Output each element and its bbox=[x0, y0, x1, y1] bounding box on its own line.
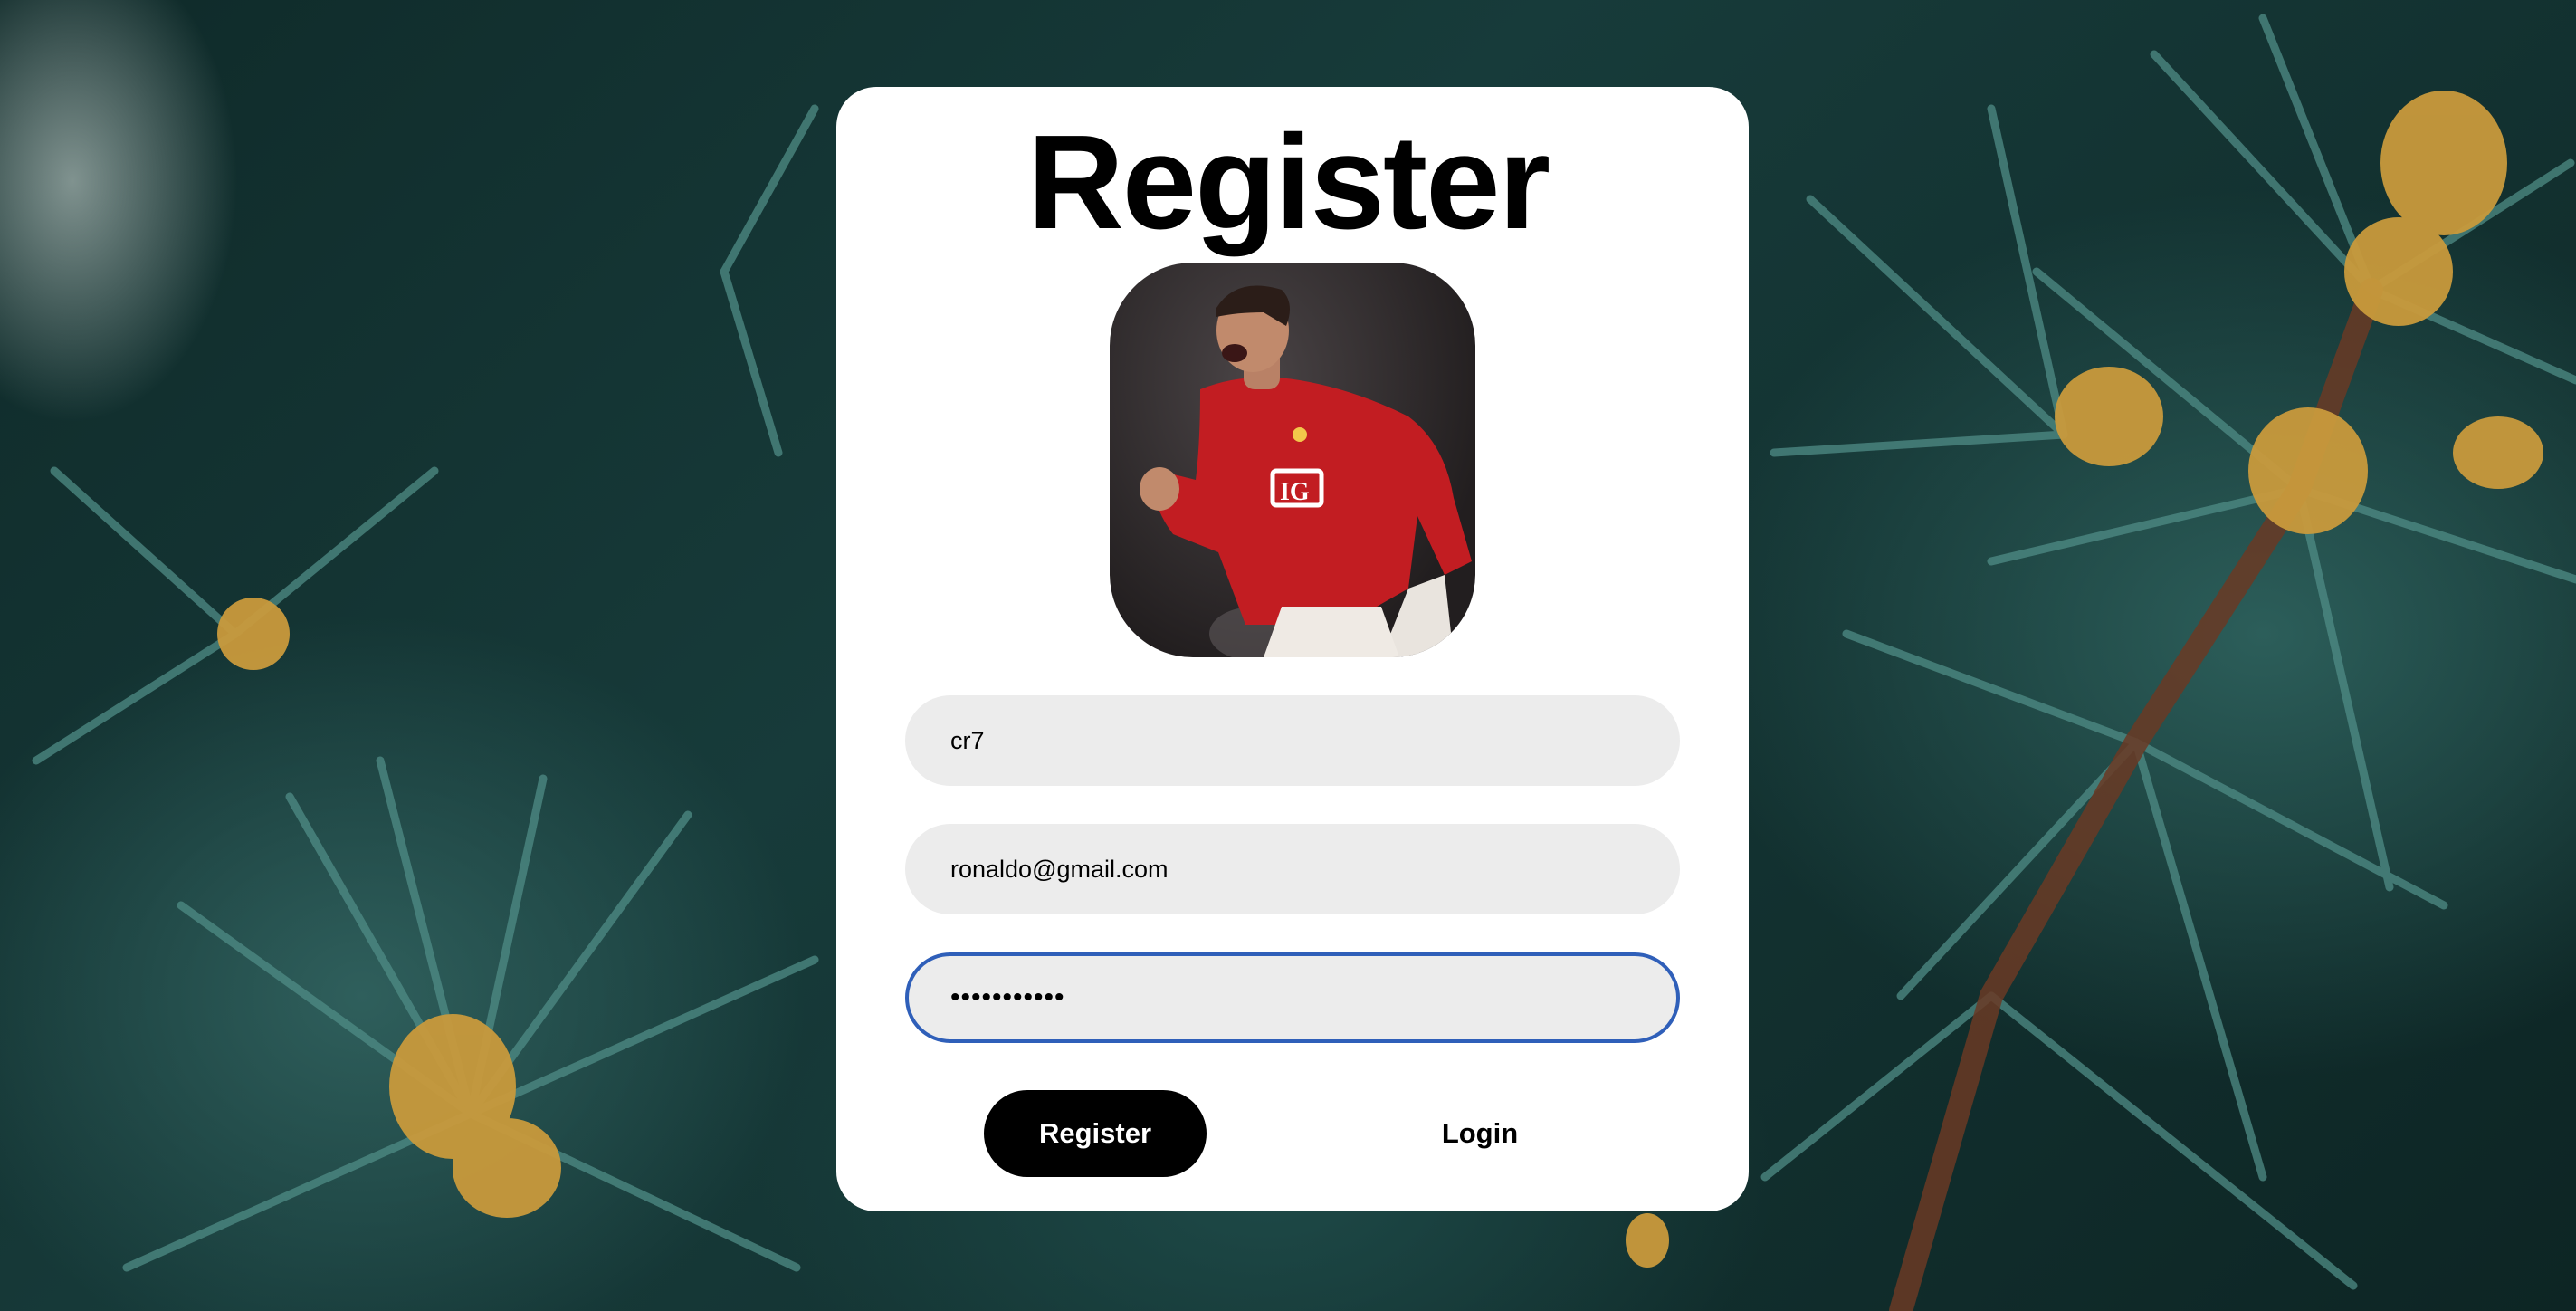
login-button[interactable]: Login bbox=[1394, 1090, 1566, 1177]
profile-avatar: IG bbox=[1110, 263, 1475, 657]
page-title: Register bbox=[1026, 108, 1550, 257]
password-field[interactable] bbox=[905, 952, 1680, 1043]
email-field[interactable] bbox=[905, 824, 1680, 914]
username-field[interactable] bbox=[905, 695, 1680, 786]
profile-photo-icon: IG bbox=[1140, 285, 1472, 657]
register-button[interactable]: Register bbox=[984, 1090, 1207, 1177]
svg-text:IG: IG bbox=[1280, 478, 1310, 506]
